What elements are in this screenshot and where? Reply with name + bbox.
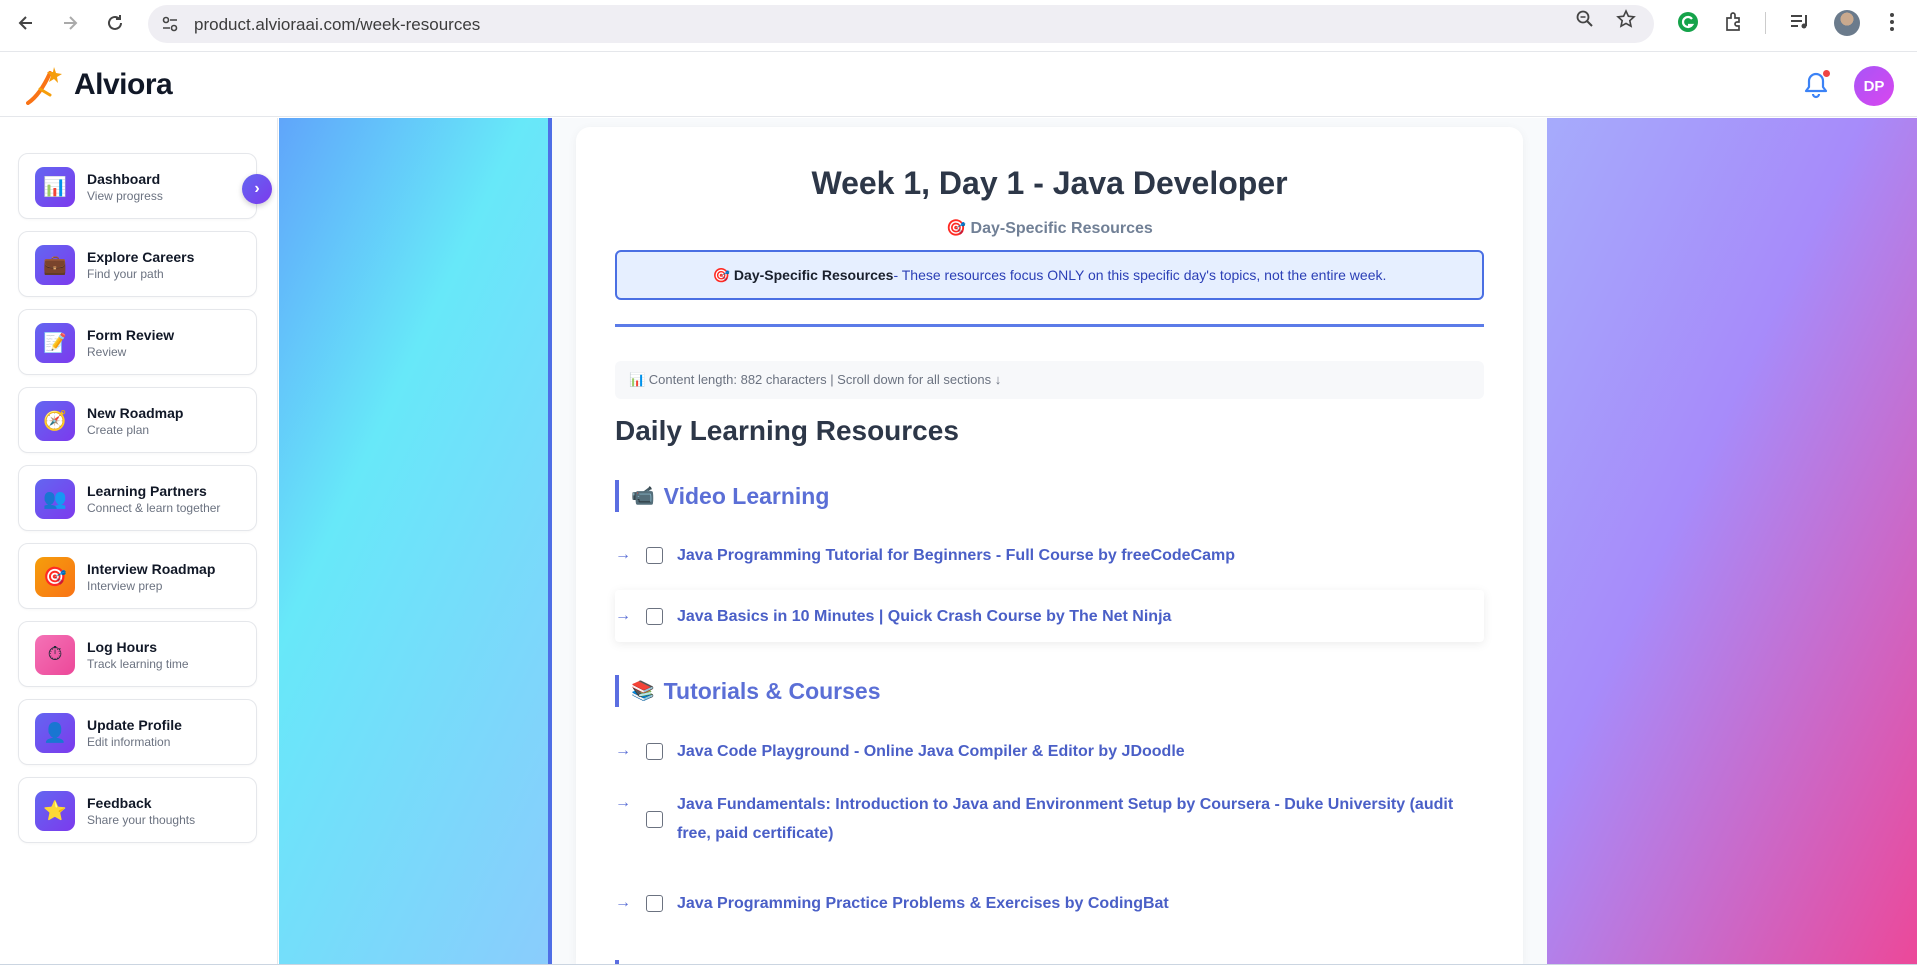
- arrow-right-icon: →: [615, 894, 631, 911]
- browser-toolbar: product.alvioraai.com/week-resources: [0, 0, 1917, 52]
- resource-checkbox[interactable]: [646, 894, 663, 912]
- resource-link[interactable]: Java Programming Practice Problems & Exe…: [677, 889, 1169, 918]
- sidebar-item-subtitle: Review: [87, 345, 127, 359]
- sidebar-item-title: Dashboard: [87, 171, 161, 187]
- resource-item: → Java Basics in 10 Minutes | Quick Cras…: [615, 590, 1484, 642]
- resource-checkbox[interactable]: [646, 546, 663, 564]
- forward-icon[interactable]: [55, 8, 85, 38]
- arrow-right-icon: →: [615, 742, 631, 759]
- app-header: Alviora DP: [0, 53, 1917, 117]
- content-length-info: 📊 Content length: 882 characters | Scrol…: [615, 361, 1484, 399]
- sidebar-item-title: Feedback: [87, 795, 152, 811]
- notice-text: - These resources focus ONLY on this spe…: [893, 267, 1387, 283]
- compass-icon: 🧭: [35, 401, 75, 441]
- extensions-icon[interactable]: [1722, 10, 1746, 34]
- sidebar-toggle-chevron-icon[interactable]: ›: [242, 174, 272, 204]
- sidebar-item-subtitle: Edit information: [87, 735, 171, 749]
- resource-item: → Java Programming Practice Problems & E…: [615, 877, 1484, 929]
- chart-icon: 📊: [35, 167, 75, 207]
- sidebar-item-title: Log Hours: [87, 639, 157, 655]
- sidebar-item-log-hours[interactable]: ⏱ Log Hours Track learning time: [18, 621, 257, 687]
- sidebar-item-dashboard[interactable]: 📊 Dashboard View progress: [18, 153, 257, 219]
- sidebar-item-explore-careers[interactable]: 💼 Explore Careers Find your path: [18, 231, 257, 297]
- people-icon: 👥: [35, 479, 75, 519]
- toolbar-divider: [1765, 12, 1766, 34]
- category-heading-video-learning: 📹 Video Learning: [615, 480, 829, 512]
- resource-item: → Java Programming Tutorial for Beginner…: [615, 529, 1484, 581]
- resource-link[interactable]: Java Code Playground - Online Java Compi…: [677, 737, 1185, 766]
- brand-name[interactable]: Alviora: [74, 68, 173, 102]
- arrow-right-icon: →: [615, 546, 631, 563]
- notice-strong: 🎯 Day-Specific Resources: [712, 266, 894, 283]
- sidebar-item-update-profile[interactable]: 👤 Update Profile Edit information: [18, 699, 257, 765]
- back-icon[interactable]: [11, 8, 41, 38]
- sidebar-item-interview-roadmap[interactable]: 🎯 Interview Roadmap Interview prep: [18, 543, 257, 609]
- alviora-logo-icon[interactable]: [26, 65, 64, 105]
- media-queue-icon[interactable]: [1788, 10, 1812, 34]
- sidebar-item-learning-partners[interactable]: 👥 Learning Partners Connect & learn toge…: [18, 465, 257, 531]
- sidebar-item-subtitle: Interview prep: [87, 579, 163, 593]
- sidebar: 📊 Dashboard View progress 💼 Explore Care…: [0, 118, 278, 965]
- books-icon: 📚: [631, 681, 655, 702]
- star-icon: ⭐: [35, 791, 75, 831]
- section-heading: Daily Learning Resources: [615, 415, 959, 446]
- sidebar-item-title: Learning Partners: [87, 483, 207, 499]
- sidebar-item-subtitle: Create plan: [87, 423, 150, 437]
- video-camera-icon: 📹: [631, 486, 655, 507]
- sidebar-item-subtitle: Share your thoughts: [87, 813, 196, 827]
- resource-checkbox[interactable]: [646, 607, 663, 625]
- notification-dot: [1822, 69, 1831, 78]
- browser-profile-avatar[interactable]: [1834, 10, 1860, 36]
- sidebar-item-feedback[interactable]: ⭐ Feedback Share your thoughts: [18, 777, 257, 843]
- stopwatch-icon: ⏱: [35, 635, 75, 675]
- day-specific-notice: 🎯 Day-Specific Resources - These resourc…: [615, 250, 1484, 300]
- category-title: Video Learning: [663, 482, 830, 509]
- arrow-right-icon: →: [615, 794, 631, 811]
- sidebar-item-subtitle: View progress: [87, 189, 163, 203]
- resource-checkbox[interactable]: [646, 810, 663, 828]
- resource-link[interactable]: Java Fundamentals: Introduction to Java …: [677, 790, 1477, 848]
- more-menu-icon[interactable]: [1880, 10, 1904, 34]
- bookmark-star-icon[interactable]: [1616, 9, 1636, 29]
- sidebar-item-new-roadmap[interactable]: 🧭 New Roadmap Create plan: [18, 387, 257, 453]
- category-heading-tutorials-courses: 📚 Tutorials & Courses: [615, 675, 881, 707]
- address-bar[interactable]: product.alvioraai.com/week-resources: [148, 5, 1654, 43]
- resource-item: → Java Code Playground - Online Java Com…: [615, 725, 1484, 777]
- sidebar-item-title: Update Profile: [87, 717, 182, 733]
- resource-link[interactable]: Java Basics in 10 Minutes | Quick Crash …: [677, 602, 1171, 631]
- memo-icon: 📝: [35, 323, 75, 363]
- sidebar-item-subtitle: Connect & learn together: [87, 501, 221, 515]
- resource-link[interactable]: Java Programming Tutorial for Beginners …: [677, 541, 1235, 570]
- sidebar-item-title: Form Review: [87, 327, 175, 343]
- target-icon: 🎯: [35, 557, 75, 597]
- divider: [615, 324, 1484, 327]
- reload-icon[interactable]: [100, 8, 130, 38]
- site-settings-icon[interactable]: [160, 14, 180, 34]
- resources-card: Week 1, Day 1 - Java Developer 🎯 Day-Spe…: [576, 127, 1523, 965]
- sidebar-item-title: Interview Roadmap: [87, 561, 216, 577]
- grammarly-icon[interactable]: [1676, 10, 1700, 34]
- user-icon: 👤: [35, 713, 75, 753]
- resource-checkbox[interactable]: [646, 742, 663, 760]
- briefcase-icon: 💼: [35, 245, 75, 285]
- page-title: Week 1, Day 1 - Java Developer: [811, 165, 1288, 201]
- resource-item: → Java Fundamentals: Introduction to Jav…: [615, 790, 1484, 848]
- sidebar-item-subtitle: Find your path: [87, 267, 164, 281]
- category-title: Tutorials & Courses: [663, 677, 881, 704]
- sidebar-item-title: Explore Careers: [87, 249, 195, 265]
- sidebar-item-subtitle: Track learning time: [87, 657, 189, 671]
- page-subtitle: 🎯 Day-Specific Resources: [946, 220, 1153, 237]
- url-text[interactable]: product.alvioraai.com/week-resources: [194, 15, 480, 35]
- arrow-right-icon: →: [615, 607, 631, 624]
- zoom-icon[interactable]: [1575, 9, 1595, 29]
- user-avatar[interactable]: DP: [1854, 66, 1894, 106]
- sidebar-item-title: New Roadmap: [87, 405, 184, 421]
- sidebar-item-form-review[interactable]: 📝 Form Review Review: [18, 309, 257, 375]
